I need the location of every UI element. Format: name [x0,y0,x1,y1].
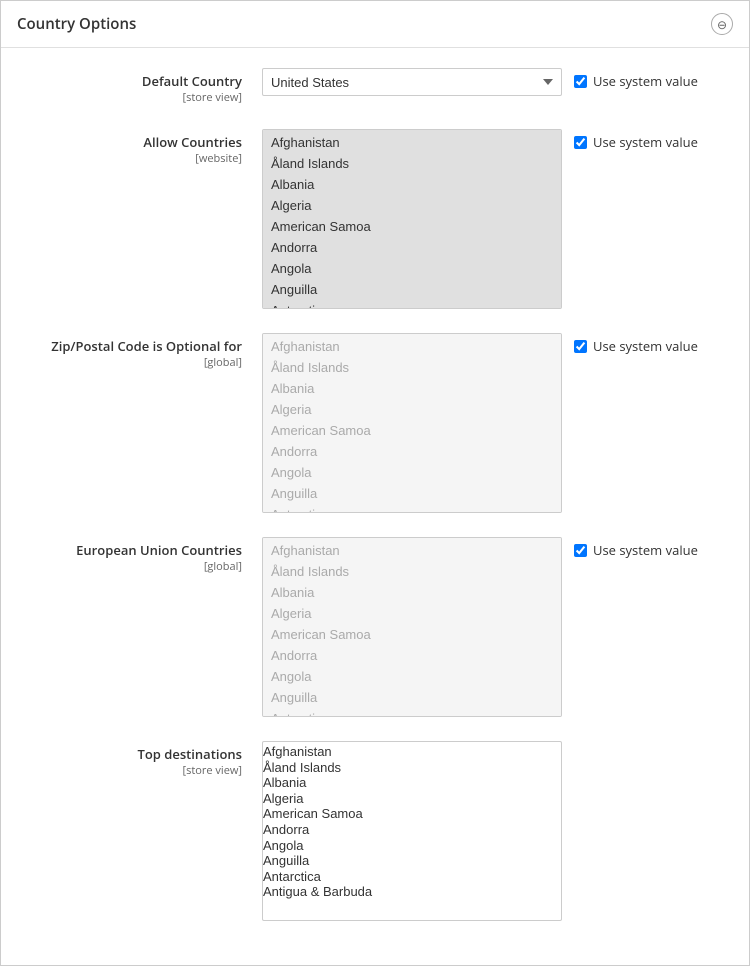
list-item[interactable]: Åland Islands [263,357,561,378]
top-destinations-sublabel: [store view] [17,763,242,778]
list-item[interactable]: Albania [263,174,561,195]
list-item[interactable]: Albania [263,775,561,791]
eu-countries-row: European Union Countries [global] Afghan… [17,537,733,717]
allow-countries-label: Allow Countries [143,133,242,151]
eu-countries-control: Afghanistan Åland Islands Albania Algeri… [262,537,733,717]
eu-countries-system-value: Use system value [574,537,698,559]
allow-countries-control: Afghanistan Åland Islands Albania Algeri… [262,129,733,309]
list-item[interactable]: Algeria [263,195,561,216]
page-title: Country Options [17,14,136,34]
zip-postal-system-label: Use system value [593,337,698,355]
list-item[interactable]: Andorra [263,822,561,838]
collapse-icon[interactable]: ⊖ [711,13,733,35]
default-country-system-value: Use system value [574,68,698,90]
list-item[interactable]: Angola [263,258,561,279]
top-destinations-control: Afghanistan Åland Islands Albania Algeri… [262,741,733,921]
allow-countries-row: Allow Countries [website] Afghanistan Ål… [17,129,733,309]
list-item[interactable]: American Samoa [263,806,561,822]
zip-postal-system-value: Use system value [574,333,698,355]
list-item[interactable]: Anguilla [263,687,561,708]
list-item[interactable]: Afghanistan [263,336,561,357]
list-item[interactable]: Albania [263,582,561,603]
default-country-label: Default Country [142,72,242,90]
page-container: Country Options ⊖ Default Country [store… [0,0,750,966]
list-item[interactable]: Angola [263,838,561,854]
default-country-select[interactable]: United States [262,68,562,96]
list-item[interactable]: Antarctica [263,504,561,513]
allow-countries-select[interactable]: Afghanistan Åland Islands Albania Algeri… [262,129,562,309]
default-country-control: United States Use system value [262,68,733,96]
allow-countries-system-value: Use system value [574,129,698,151]
zip-postal-system-checkbox[interactable] [574,340,587,353]
list-item[interactable]: Antarctica [263,300,561,309]
list-item[interactable]: Andorra [263,645,561,666]
zip-postal-label: Zip/Postal Code is Optional for [51,337,242,355]
top-destinations-label-col: Top destinations [store view] [17,741,262,778]
list-item[interactable]: Andorra [263,237,561,258]
list-item[interactable]: Antarctica [263,708,561,717]
eu-countries-label-col: European Union Countries [global] [17,537,262,574]
allow-countries-system-checkbox[interactable] [574,136,587,149]
default-country-system-checkbox[interactable] [574,75,587,88]
list-item[interactable]: Anguilla [263,853,561,869]
list-item[interactable]: Afghanistan [263,744,561,760]
eu-countries-system-label: Use system value [593,541,698,559]
list-item[interactable]: Anguilla [263,483,561,504]
list-item[interactable]: Albania [263,378,561,399]
list-item[interactable]: American Samoa [263,216,561,237]
zip-postal-sublabel: [global] [17,355,242,370]
list-item[interactable]: Antigua & Barbuda [263,884,561,900]
eu-countries-label: European Union Countries [76,541,242,559]
form-body: Default Country [store view] United Stat… [1,48,749,965]
list-item[interactable]: Åland Islands [263,760,561,776]
eu-countries-select[interactable]: Afghanistan Åland Islands Albania Algeri… [262,537,562,717]
list-item[interactable]: Antarctica [263,869,561,885]
list-item[interactable]: American Samoa [263,624,561,645]
list-item[interactable]: Åland Islands [263,561,561,582]
allow-countries-label-col: Allow Countries [website] [17,129,262,166]
list-item[interactable]: Algeria [263,603,561,624]
top-destinations-label: Top destinations [137,745,242,763]
list-item[interactable]: Angola [263,462,561,483]
page-header: Country Options ⊖ [1,1,749,48]
list-item[interactable]: Andorra [263,441,561,462]
list-item[interactable]: Afghanistan [263,540,561,561]
zip-postal-row: Zip/Postal Code is Optional for [global]… [17,333,733,513]
zip-postal-control: Afghanistan Åland Islands Albania Algeri… [262,333,733,513]
default-country-sublabel: [store view] [17,90,242,105]
default-country-system-label: Use system value [593,72,698,90]
top-destinations-row: Top destinations [store view] Afghanista… [17,741,733,921]
top-destinations-select[interactable]: Afghanistan Åland Islands Albania Algeri… [262,741,562,921]
list-item[interactable]: Åland Islands [263,153,561,174]
zip-postal-label-col: Zip/Postal Code is Optional for [global] [17,333,262,370]
eu-countries-system-checkbox[interactable] [574,544,587,557]
list-item[interactable]: Afghanistan [263,132,561,153]
allow-countries-sublabel: [website] [17,151,242,166]
list-item[interactable]: Anguilla [263,279,561,300]
default-country-row: Default Country [store view] United Stat… [17,68,733,105]
list-item[interactable]: Angola [263,666,561,687]
zip-postal-select[interactable]: Afghanistan Åland Islands Albania Algeri… [262,333,562,513]
list-item[interactable]: American Samoa [263,420,561,441]
default-country-label-col: Default Country [store view] [17,68,262,105]
allow-countries-system-label: Use system value [593,133,698,151]
list-item[interactable]: Algeria [263,399,561,420]
eu-countries-sublabel: [global] [17,559,242,574]
list-item[interactable]: Algeria [263,791,561,807]
